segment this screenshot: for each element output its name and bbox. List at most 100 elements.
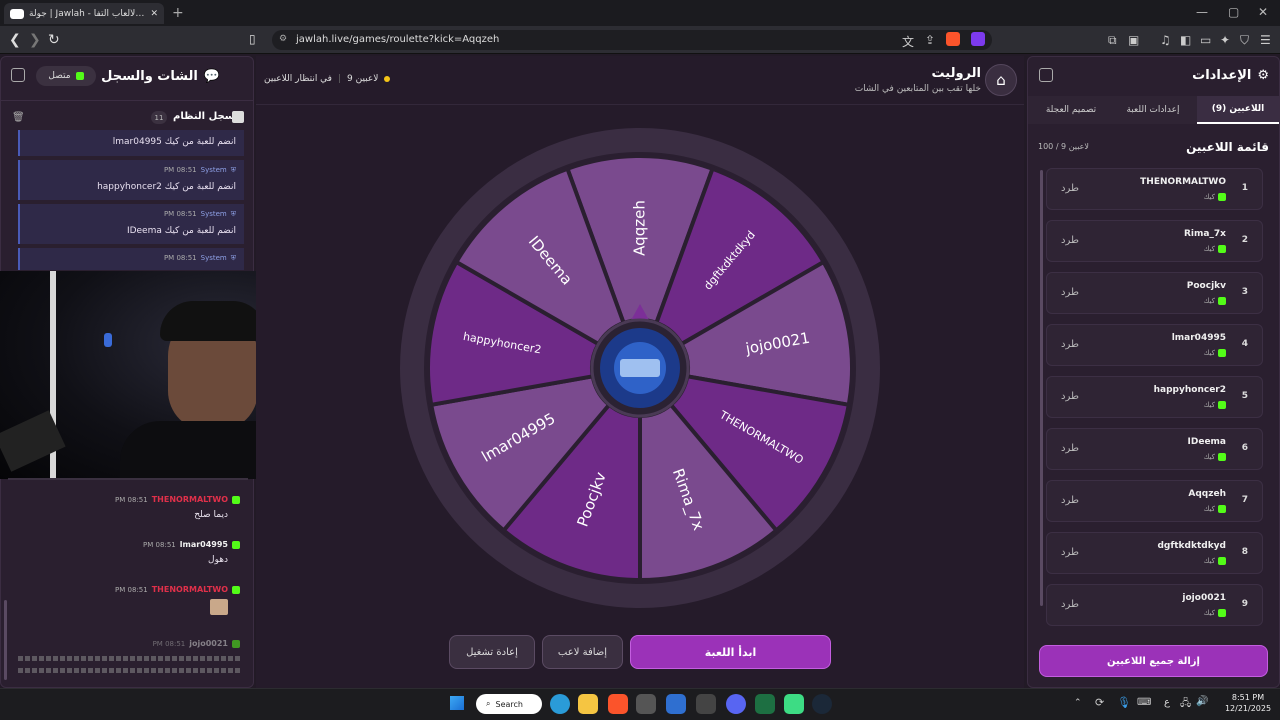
- player-number: 9: [1241, 599, 1248, 609]
- kick-player-button[interactable]: طرد: [1061, 339, 1079, 350]
- player-platform: كيك: [1204, 349, 1226, 357]
- system-message: ⛨ System 08:51 PM happyhoncer2 انضم للعبة …: [18, 160, 244, 200]
- kick-app-icon[interactable]: [784, 694, 804, 714]
- leo-ai-icon[interactable]: ✦: [1220, 33, 1230, 47]
- volume-icon[interactable]: 🔊: [1196, 696, 1208, 707]
- kick-player-button[interactable]: طرد: [1061, 235, 1079, 246]
- player-row: 3 Poocjkv كيك طرد: [1046, 272, 1263, 314]
- edge-icon[interactable]: [550, 694, 570, 714]
- vpn-icon[interactable]: ⛉: [1240, 33, 1249, 48]
- share-icon[interactable]: ⇪: [925, 33, 935, 47]
- excel-icon[interactable]: [755, 694, 775, 714]
- tab-game-settings[interactable]: إعدادات اللعبة: [1112, 96, 1194, 124]
- extensions-icon[interactable]: ⧉: [1108, 33, 1117, 48]
- kick-player-button[interactable]: طرد: [1061, 391, 1079, 402]
- platform-label: كيك: [1203, 557, 1215, 565]
- brave-shield-icon[interactable]: [946, 32, 960, 46]
- kick-logo-icon: [75, 72, 84, 80]
- collapse-settings-icon[interactable]: [1039, 68, 1053, 82]
- obs-icon[interactable]: [696, 694, 716, 714]
- file-explorer-icon[interactable]: [578, 694, 598, 714]
- kick-player-button[interactable]: طرد: [1061, 287, 1079, 298]
- tab-wheel-design[interactable]: تصميم العجلة: [1030, 96, 1112, 124]
- platform-label: كيك: [1203, 297, 1215, 305]
- lobby-status: في انتظار اللاعبين | 9 لاعبين: [264, 74, 391, 84]
- discord-icon[interactable]: [726, 694, 746, 714]
- chat-scrollbar[interactable]: [4, 600, 7, 680]
- chat-message: lmar04995 08:51 PM دهول: [18, 540, 240, 576]
- maximize-icon[interactable]: ▢: [1228, 5, 1239, 19]
- chat-username[interactable]: jojo0021: [189, 639, 228, 648]
- bookmark-icon[interactable]: ▯: [249, 32, 256, 46]
- music-icon[interactable]: ♫: [1160, 33, 1171, 47]
- translate-icon[interactable]: 文: [902, 33, 914, 50]
- minimize-icon[interactable]: —: [1196, 5, 1208, 19]
- home-icon: ⌂: [996, 71, 1006, 89]
- mail-icon[interactable]: [666, 694, 686, 714]
- player-name: Rima_7x: [1183, 229, 1226, 239]
- close-tab-icon[interactable]: ✕: [150, 9, 158, 19]
- home-button[interactable]: ⌂: [985, 64, 1017, 96]
- site-favicon-icon: [10, 8, 24, 19]
- player-number: 5: [1241, 391, 1248, 401]
- kick-player-button[interactable]: طرد: [1061, 183, 1079, 194]
- game-title: الروليت: [931, 66, 981, 81]
- trash-icon[interactable]: 🗑: [12, 112, 25, 123]
- kick-player-button[interactable]: طرد: [1061, 547, 1079, 558]
- platform-label: كيك: [1203, 349, 1215, 357]
- platform-label: كيك: [1203, 245, 1215, 253]
- taskbar-search[interactable]: ⌕ Search: [476, 694, 542, 714]
- start-icon[interactable]: [450, 696, 464, 710]
- kick-player-button[interactable]: طرد: [1061, 495, 1079, 506]
- keyboard-icon[interactable]: ⌨: [1137, 697, 1151, 708]
- player-row: 5 happyhoncer2 كيك طرد: [1046, 376, 1263, 418]
- player-row: 9 jojo0021 كيك طرد: [1046, 584, 1263, 626]
- collapse-panel-icon[interactable]: [11, 68, 25, 82]
- microphone-icon[interactable]: 🎙: [1117, 696, 1131, 709]
- taskbar-clock[interactable]: 8:51 PM 12/21/2025: [1222, 692, 1274, 714]
- add-player-button[interactable]: إضافة لاعب: [542, 635, 623, 669]
- system-message: ⛨ System 08:51 PM: [18, 248, 244, 270]
- screenshot-icon[interactable]: ▣: [1128, 33, 1139, 47]
- site-info-icon[interactable]: ⚙: [279, 34, 287, 44]
- player-platform: كيك: [1204, 609, 1226, 617]
- sync-icon[interactable]: ⟳: [1095, 696, 1104, 709]
- forward-icon[interactable]: ❯: [29, 32, 41, 48]
- store-icon[interactable]: [636, 694, 656, 714]
- language-indicator[interactable]: ع: [1164, 697, 1170, 708]
- kick-player-button[interactable]: طرد: [1061, 443, 1079, 454]
- network-icon[interactable]: 🖧: [1180, 696, 1191, 713]
- player-number: 7: [1241, 495, 1248, 505]
- reload-icon[interactable]: ↻: [48, 32, 60, 48]
- players-scrollbar[interactable]: [1040, 170, 1043, 606]
- kick-logo-icon: [1218, 609, 1226, 617]
- restart-button[interactable]: إعادة تشغيل: [449, 635, 535, 669]
- player-name: jojo0021: [1182, 593, 1226, 603]
- brave-rewards-icon[interactable]: [971, 32, 985, 46]
- message-time: 08:51 PM: [115, 585, 148, 594]
- brave-icon[interactable]: [608, 694, 628, 714]
- message-time: 08:51 PM: [163, 254, 197, 262]
- steam-icon[interactable]: [812, 694, 832, 714]
- sidebar-icon[interactable]: ◧: [1180, 33, 1191, 47]
- browser-tab[interactable]: جولة | Jawlah - منصة الألعاب التفا ✕: [4, 3, 164, 24]
- start-game-button[interactable]: ابدأ اللعبة: [630, 635, 831, 669]
- roulette-wheel[interactable]: Aqqzehdgftkdktdkydjojo0021THENORMALTWORi…: [398, 126, 882, 610]
- chat-username[interactable]: THENORMALTWO: [152, 585, 228, 594]
- new-tab-icon[interactable]: +: [172, 5, 184, 21]
- shield-icon: ⛨: [230, 166, 236, 174]
- player-row: 6 IDeema كيك طرد: [1046, 428, 1263, 470]
- chat-username[interactable]: THENORMALTWO: [152, 495, 228, 504]
- chat-username[interactable]: lmar04995: [180, 540, 228, 549]
- close-window-icon[interactable]: ✕: [1258, 5, 1268, 19]
- menu-icon[interactable]: ☰: [1260, 33, 1271, 47]
- player-number: 8: [1241, 547, 1248, 557]
- wallet-icon[interactable]: ▭: [1200, 33, 1211, 47]
- tab-players[interactable]: اللاعبين (9): [1197, 96, 1279, 124]
- back-icon[interactable]: ❮: [9, 32, 21, 48]
- kick-player-button[interactable]: طرد: [1061, 599, 1079, 610]
- player-number: 6: [1241, 443, 1248, 453]
- remove-all-players-button[interactable]: إزالة جميع اللاعبين: [1039, 645, 1268, 677]
- tray-chevron-icon[interactable]: ⌃: [1074, 698, 1082, 708]
- platform-label: كيك: [1203, 453, 1215, 461]
